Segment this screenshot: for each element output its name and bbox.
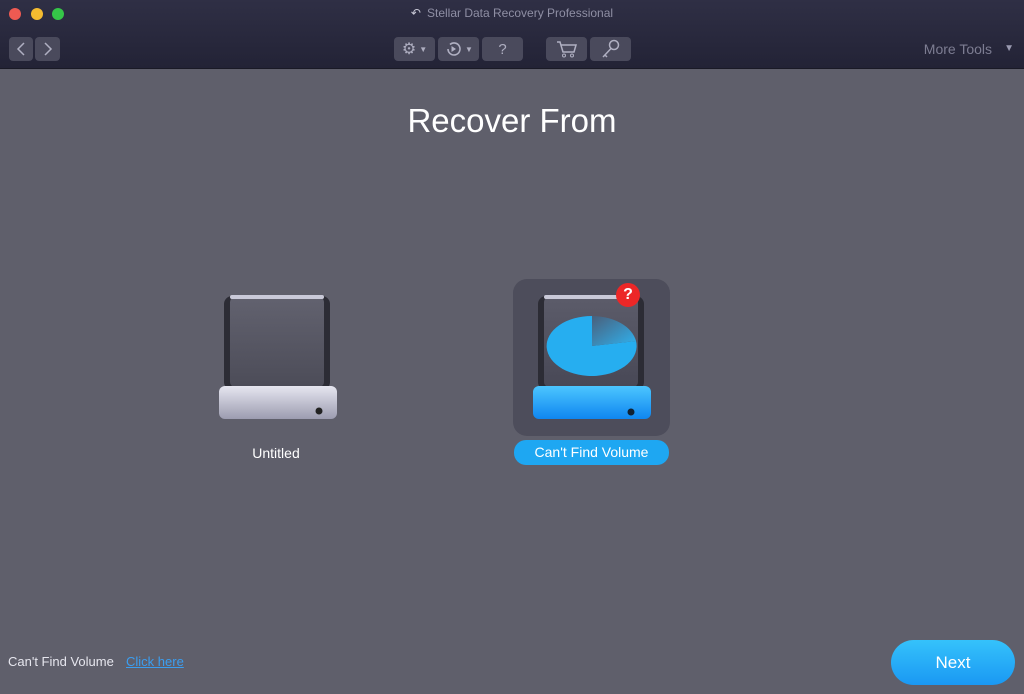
chevron-down-icon: ▼ (465, 44, 473, 54)
chevron-right-icon (43, 42, 52, 56)
drive-untitled[interactable] (218, 294, 338, 422)
history-icon (447, 42, 461, 56)
forward-button[interactable] (35, 37, 60, 61)
gear-icon: ⚙ (401, 41, 417, 58)
undo-arrow-icon: ↶ (410, 6, 421, 20)
chevron-left-icon (16, 42, 25, 56)
error-badge: ? (616, 283, 640, 307)
more-tools-menu[interactable]: More Tools (924, 41, 992, 57)
help-icon: ? (498, 40, 507, 58)
window-title: ↶ Stellar Data Recovery Professional (0, 6, 1024, 20)
hard-drive-icon (219, 295, 337, 419)
history-button[interactable]: ▼ (438, 37, 479, 61)
cart-button[interactable] (546, 37, 587, 61)
hard-drive-pie-icon (533, 295, 651, 419)
settings-button[interactable]: ⚙ ▼ (394, 37, 435, 61)
page-title: Recover From (407, 102, 617, 139)
next-button[interactable]: Next (891, 640, 1015, 685)
drive-cant-find-volume[interactable] (532, 294, 652, 422)
drive-label-untitled[interactable]: Untitled (216, 445, 336, 461)
chevron-down-icon[interactable]: ▼ (1004, 43, 1014, 54)
back-button[interactable] (9, 37, 33, 61)
chevron-down-icon: ▼ (419, 44, 428, 54)
window-title-text: Stellar Data Recovery Professional (426, 6, 614, 20)
key-button[interactable] (590, 37, 631, 61)
cart-icon (556, 41, 577, 58)
footer-cant-find-text: Can't Find Volume (8, 654, 114, 669)
help-button[interactable]: ? (482, 37, 523, 61)
drive-label-cant-find-volume[interactable]: Can't Find Volume (514, 440, 669, 465)
title-bar: ↶ Stellar Data Recovery Professional ⚙ ▼ ▼… (0, 0, 1024, 69)
click-here-link[interactable]: Click here (126, 654, 184, 669)
key-icon (601, 39, 619, 58)
